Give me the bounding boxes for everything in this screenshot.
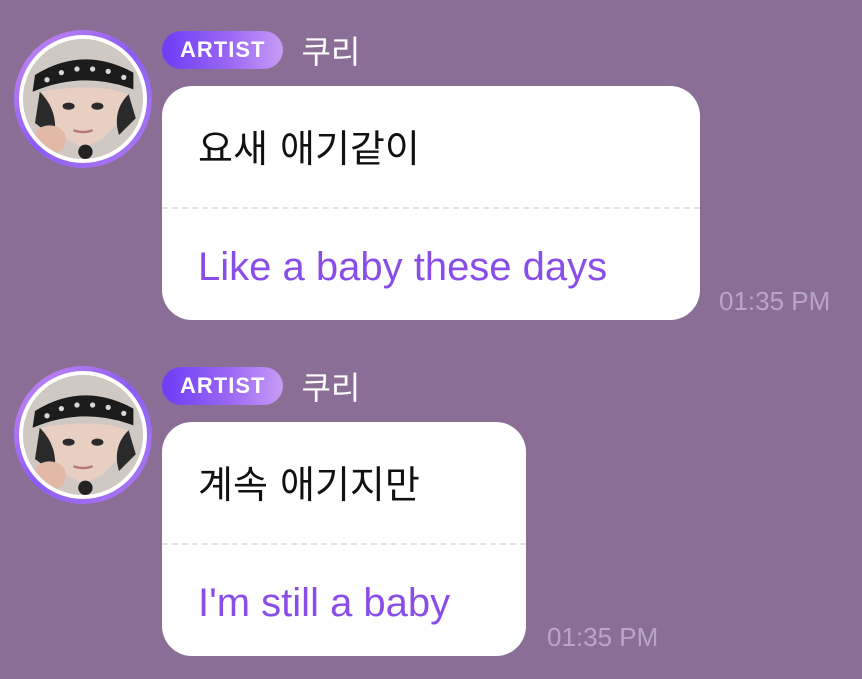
message-timestamp: 01:35 PM: [719, 286, 831, 316]
message-header: ARTIST 쿠리: [162, 27, 360, 73]
artist-badge: ARTIST: [162, 367, 284, 405]
sender-name[interactable]: 쿠리: [301, 363, 360, 409]
chat-message: ARTIST 쿠리 계속 애기지만 I'm still a baby 01:35…: [0, 336, 862, 679]
original-text: 계속 애기지만: [198, 463, 420, 507]
message-timestamp: 01:35 PM: [547, 622, 659, 652]
artist-badge: ARTIST: [162, 31, 284, 69]
avatar-photo: [23, 39, 143, 159]
original-text: 요새 애기같이: [198, 127, 420, 171]
avatar[interactable]: [14, 366, 152, 504]
message-bubble[interactable]: 계속 애기지만 I'm still a baby: [162, 422, 526, 656]
sender-name[interactable]: 쿠리: [301, 27, 360, 73]
translated-text: I'm still a baby: [198, 581, 451, 625]
translated-text: Like a baby these days: [198, 245, 608, 289]
avatar-photo: [23, 375, 143, 495]
chat-message: ARTIST 쿠리 요새 애기같이 Like a baby these days…: [0, 0, 862, 340]
message-bubble[interactable]: 요새 애기같이 Like a baby these days: [162, 86, 700, 320]
message-header: ARTIST 쿠리: [162, 363, 360, 409]
avatar[interactable]: [14, 30, 152, 168]
